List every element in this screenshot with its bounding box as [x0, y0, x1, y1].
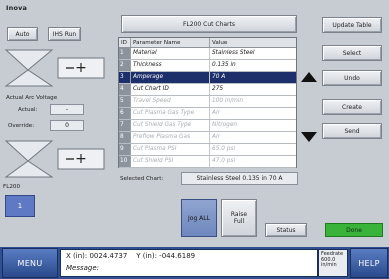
feedrate-unit: in/min — [321, 262, 337, 268]
row-parameter-name: Travel Speed — [130, 96, 209, 107]
brand-logo: Inova — [6, 4, 28, 12]
row-parameter-name: Cut Plasma Gas Type — [130, 108, 209, 119]
table-row[interactable]: 8 Preflow Plasma Gas Air — [119, 132, 296, 144]
status-button[interactable]: Status — [265, 223, 307, 237]
arrow-up-icon — [301, 72, 317, 82]
row-id: 5 — [119, 96, 130, 107]
table-row[interactable]: 3 Amperage 70 A — [119, 72, 296, 84]
row-parameter-name: Material — [130, 48, 209, 59]
row-value: Stainless Steel — [209, 48, 296, 59]
row-parameter-name: Cut Shield Gas Type — [130, 120, 209, 131]
create-button[interactable]: Create — [322, 99, 382, 115]
svg-text:+: + — [75, 151, 87, 167]
table-row[interactable]: 2 Thickness 0.135 in — [119, 60, 296, 72]
feedrate-box: Feedrate 600.0 in/min — [318, 249, 348, 277]
selected-chart-label: Selected Chart: — [120, 176, 164, 182]
row-id: 6 — [119, 108, 130, 119]
row-value: 70 A — [209, 72, 296, 83]
cut-chart-table: ID Parameter Name Value 1 Material Stainle… — [118, 37, 297, 168]
table-row[interactable]: 4 Cut Chart ID 275 — [119, 84, 296, 96]
row-value: 47.0 psi — [209, 156, 296, 167]
table-row[interactable]: 5 Travel Speed 100 in/min — [119, 96, 296, 108]
row-parameter-name: Cut Plasma PSI — [130, 144, 209, 155]
column-header-value: Value — [209, 38, 296, 47]
station-1-button[interactable]: 1 — [5, 195, 35, 217]
row-parameter-name: Thickness — [130, 60, 209, 71]
row-id: 4 — [119, 84, 130, 95]
row-value: Nitrogen — [209, 120, 296, 131]
table-row[interactable]: 9 Cut Plasma PSI 65.0 psi — [119, 144, 296, 156]
jog-all-button[interactable]: Jog ALL — [181, 199, 217, 237]
arrow-down-icon — [301, 132, 317, 142]
actual-value: - — [50, 104, 84, 115]
page-title: FL200 Cut Charts — [121, 15, 297, 33]
svg-text:+: + — [75, 60, 87, 76]
table-row[interactable]: 7 Cut Shield Gas Type Nitrogen — [119, 120, 296, 132]
x-label: X (in): — [66, 252, 88, 260]
station-label: FL200 — [3, 184, 21, 190]
row-value: Air — [209, 108, 296, 119]
selected-chart-value: Stainless Steel 0.135 in 70 A — [181, 172, 298, 185]
row-value: 100 in/min — [209, 96, 296, 107]
row-parameter-name: Cut Chart ID — [130, 84, 209, 95]
update-table-button[interactable]: Update Table — [322, 17, 382, 33]
select-button[interactable]: Select — [322, 45, 382, 61]
row-id: 10 — [119, 156, 130, 167]
row-value: 0.135 in — [209, 60, 296, 71]
row-id: 8 — [119, 132, 130, 143]
column-header-parameter: Parameter Name — [130, 38, 209, 47]
undo-button[interactable]: Undo — [322, 70, 382, 86]
auto-button[interactable]: Auto — [7, 27, 38, 41]
row-id: 2 — [119, 60, 130, 71]
override-field[interactable]: 0 — [50, 120, 84, 131]
menu-button[interactable]: MENU — [2, 248, 58, 278]
row-id: 9 — [119, 144, 130, 155]
table-row[interactable]: 10 Cut Shield PSI 47.0 psi — [119, 156, 296, 168]
ihs-run-button[interactable]: IHS Run — [48, 27, 81, 41]
coordinate-readout: X (in): 0024.4737 Y (in): -044.6189 Mess… — [60, 249, 318, 277]
row-parameter-name: Preflow Plasma Gas — [130, 132, 209, 143]
raise-full-button[interactable]: Raise Full — [221, 199, 257, 237]
scroll-down-button[interactable] — [298, 126, 320, 148]
done-button[interactable]: Done — [325, 223, 383, 237]
row-value: 65.0 psi — [209, 144, 296, 155]
row-id: 7 — [119, 120, 130, 131]
x-value: 0024.4737 — [89, 252, 128, 260]
arc-voltage-title: Actual Arc Voltage — [6, 95, 58, 101]
row-value: Air — [209, 132, 296, 143]
send-button[interactable]: Send — [322, 123, 382, 139]
y-label: Y (in): — [136, 252, 157, 260]
y-value: -044.6189 — [159, 252, 196, 260]
column-header-id: ID — [121, 40, 127, 46]
table-row[interactable]: 6 Cut Plasma Gas Type Air — [119, 108, 296, 120]
scroll-up-button[interactable] — [298, 66, 320, 88]
override-label: Override: — [8, 123, 35, 129]
table-row[interactable]: 1 Material Stainless Steel — [119, 48, 296, 60]
row-id: 1 — [119, 48, 130, 59]
help-button[interactable]: HELP — [350, 248, 388, 278]
row-parameter-name: Amperage — [130, 72, 209, 83]
actual-label: Actual: — [18, 107, 38, 113]
row-id: 3 — [119, 72, 130, 83]
upper-jog-pad[interactable]: + — [4, 48, 108, 88]
lower-jog-pad[interactable]: + — [4, 139, 108, 179]
row-parameter-name: Cut Shield PSI — [130, 156, 209, 167]
table-header: ID Parameter Name Value — [119, 38, 296, 48]
message-label: Message: — [66, 264, 100, 272]
row-value: 275 — [209, 84, 296, 95]
